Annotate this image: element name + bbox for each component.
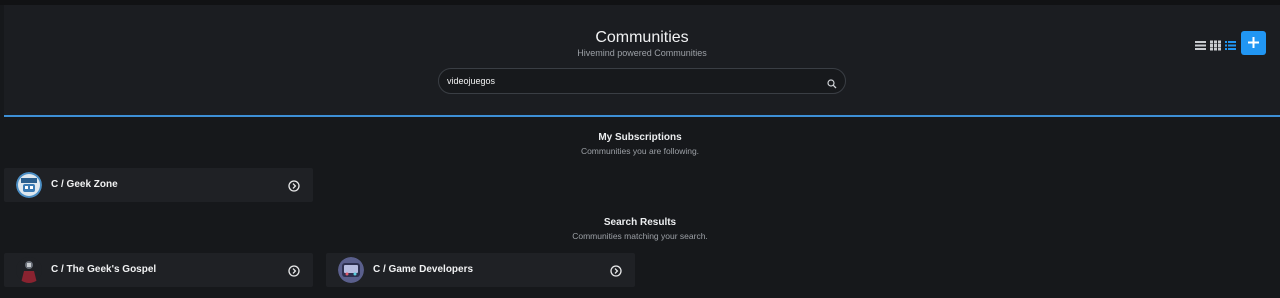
geek-zone-avatar xyxy=(16,172,42,198)
community-card-game-developers[interactable]: C / Game Developers xyxy=(326,253,635,287)
community-name: C / The Geek's Gospel xyxy=(51,264,157,275)
search-results-title: Search Results xyxy=(603,217,677,228)
community-name: C / Geek Zone xyxy=(51,179,118,190)
grid-view-icon[interactable] xyxy=(1210,38,1221,51)
list-view-icon[interactable] xyxy=(1195,38,1206,50)
page-subtitle: Hivemind powered Communities xyxy=(577,48,707,58)
search-input[interactable] xyxy=(447,69,817,93)
arrow-circle-right-icon[interactable] xyxy=(288,264,300,277)
game-developers-avatar xyxy=(338,257,364,283)
community-card-geek-zone[interactable]: C / Geek Zone xyxy=(4,168,313,202)
compact-list-icon[interactable] xyxy=(1225,38,1236,50)
arrow-circle-right-icon[interactable] xyxy=(610,264,622,277)
search-icon[interactable] xyxy=(827,76,837,89)
community-name: C / Game Developers xyxy=(373,264,474,275)
add-community-button[interactable] xyxy=(1241,31,1266,55)
communities-header: Communities Hivemind powered Communities xyxy=(4,5,1280,117)
plus-icon xyxy=(1248,37,1259,48)
subscriptions-title: My Subscriptions xyxy=(598,132,682,143)
page-title: Communities xyxy=(595,29,689,46)
search-results-subtitle: Communities matching your search. xyxy=(572,231,708,241)
subscriptions-subtitle: Communities you are following. xyxy=(580,146,700,156)
community-card-geeks-gospel[interactable]: C / The Geek's Gospel xyxy=(4,253,313,287)
arrow-circle-right-icon[interactable] xyxy=(288,179,300,192)
geeks-gospel-avatar xyxy=(16,257,42,283)
search-bar xyxy=(438,68,846,94)
